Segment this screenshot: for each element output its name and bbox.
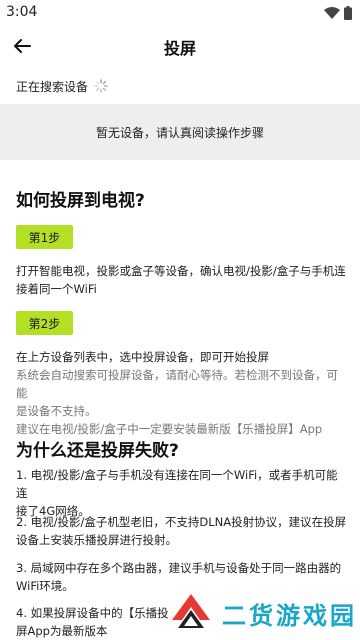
device-list-empty: 暂无设备，请认真阅读操作步骤: [0, 104, 360, 160]
search-status-label: 正在搜索设备: [16, 79, 89, 94]
step1-text: 打开智能电视，投影或盒子等设备，确认电视/投影/盒子与手机连 接着同一个WiFi: [16, 262, 348, 298]
wifi-icon: [324, 7, 340, 19]
step2-note-line2: 是设备不支持。: [16, 404, 97, 418]
failure-item-2-line1: 2. 电视/投影/盒子机型老旧，不支持DLNA投射协议，建议在投屏: [16, 515, 347, 529]
page-title: 投屏: [163, 39, 196, 58]
search-status: 正在搜索设备: [16, 76, 108, 96]
status-bar: 3:04: [0, 0, 360, 26]
failure-item-2-line2: 设备上安装乐播投屏进行投射。: [16, 533, 177, 547]
watermark-text: 二货游戏园: [222, 601, 357, 630]
step1-text-line1: 打开智能电视，投影或盒子等设备，确认电视/投影/盒子与手机连: [16, 264, 346, 278]
step2-text: 在上方设备列表中，选中投屏设备，即可开始投屏: [16, 350, 269, 364]
failure-item-1-line1: 1. 电视/投影/盒子与手机没有连接在同一个WiFi，或者手机可能连: [16, 468, 338, 500]
watermark-logo-icon: [172, 594, 210, 628]
step2-badge: 第2步: [16, 311, 73, 335]
failure-title: 为什么还是投屏失败?: [16, 441, 179, 461]
howto-title: 如何投屏到电视?: [16, 191, 145, 211]
watermark: 二货游戏园: [168, 586, 360, 640]
loading-spinner-icon: [94, 79, 108, 93]
app-bar: 投屏: [0, 26, 360, 66]
failure-item-2: 2. 电视/投影/盒子机型老旧，不支持DLNA投射协议，建议在投屏 设备上安装乐…: [16, 513, 348, 549]
step1-text-line2: 接着同一个WiFi: [16, 282, 97, 296]
empty-message: 暂无设备，请认真阅读操作步骤: [95, 125, 264, 140]
step1-badge: 第1步: [16, 225, 73, 249]
battery-icon: [344, 6, 352, 20]
step2-note-line1: 系统会自动搜索可投屏设备，请耐心等待。若检测不到设备，可能: [16, 368, 338, 400]
status-time: 3:04: [6, 4, 38, 20]
status-icons: [324, 6, 352, 20]
failure-item-1: 1. 电视/投影/盒子与手机没有连接在同一个WiFi，或者手机可能连 接了4G网…: [16, 466, 348, 520]
step2-note: 系统会自动搜索可投屏设备，请耐心等待。若检测不到设备，可能 是设备不支持。 建议…: [16, 366, 348, 438]
failure-item-3-line1: 3. 局域网中存在多个路由器，建议手机与设备处于同一路由器的: [16, 561, 342, 575]
